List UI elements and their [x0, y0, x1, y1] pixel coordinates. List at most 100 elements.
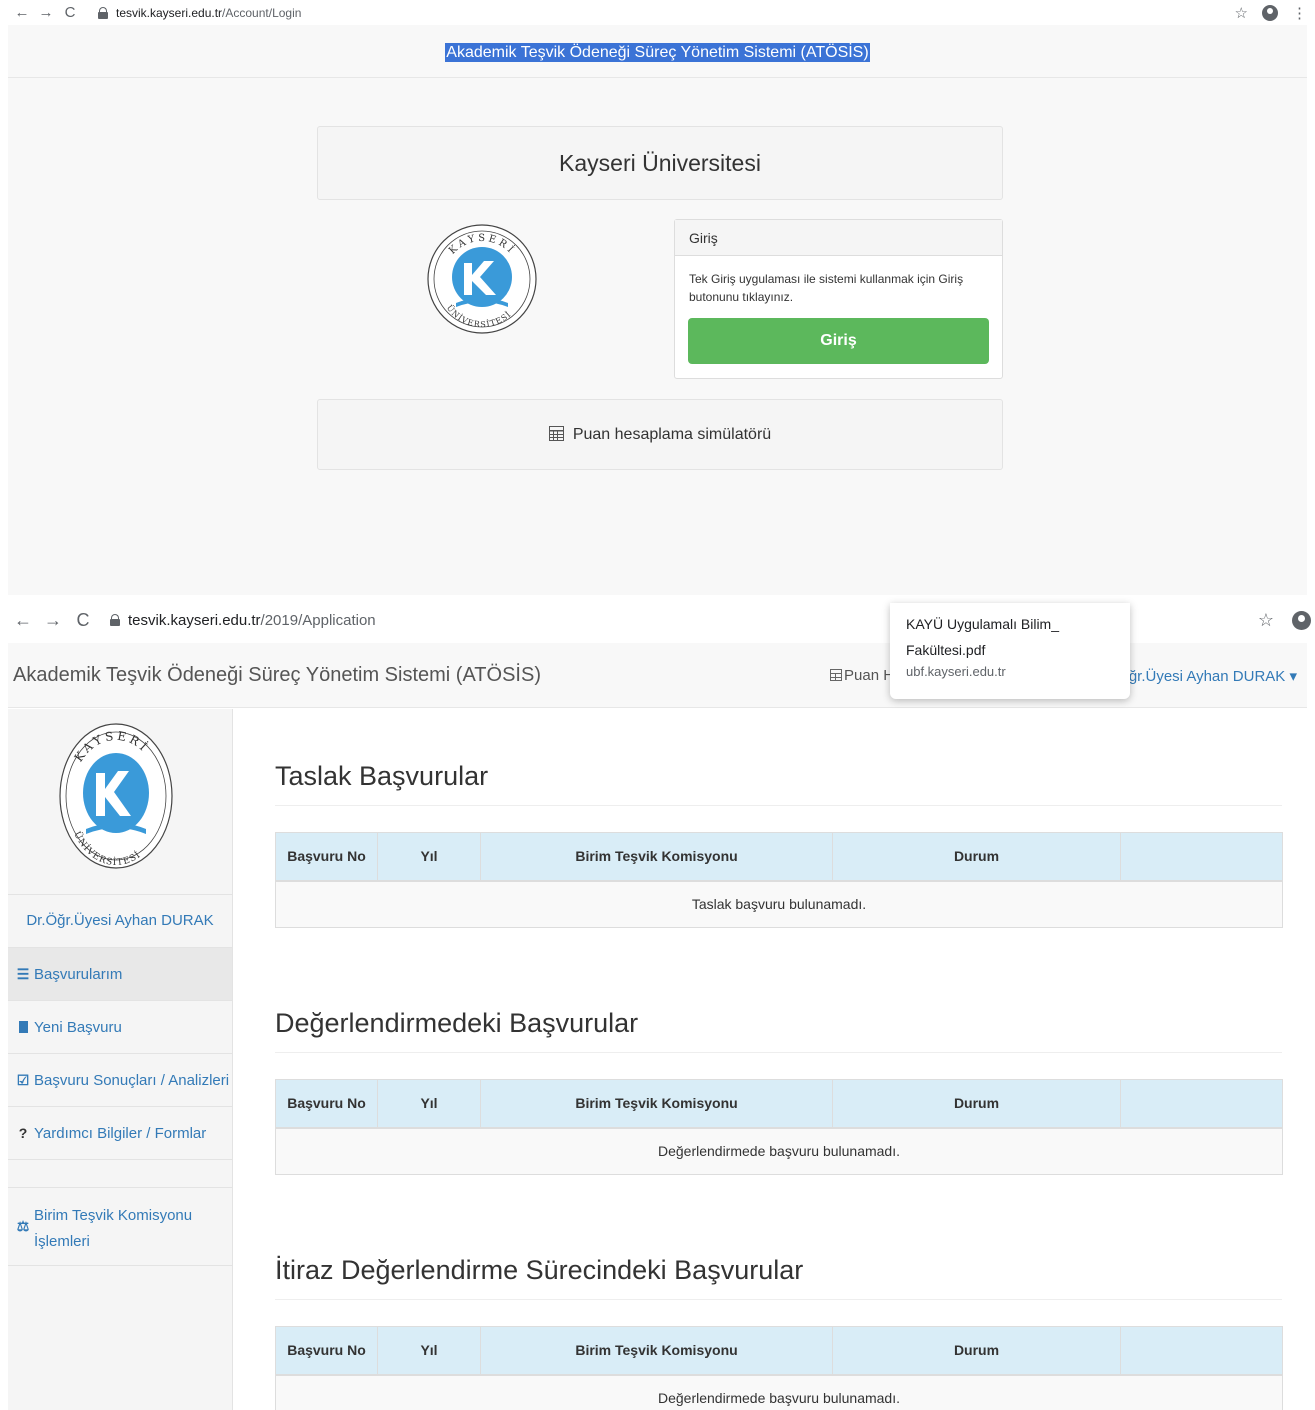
col-header-basvuru-no[interactable]: Başvuru No: [275, 1079, 378, 1129]
bookmark-star-icon[interactable]: ☆: [1258, 610, 1274, 631]
login-header: Akademik Teşvik Ödeneği Süreç Yönetim Si…: [8, 25, 1307, 78]
sidebar-item-label: Yardımcı Bilgiler / Formlar: [34, 1124, 207, 1142]
sidebar-item-komisyon[interactable]: ⚖ Birim Teşvik Komisyonu İşlemleri: [8, 1188, 232, 1266]
table-row: Değerlendirmede başvuru bulunamadı.: [275, 1374, 1283, 1410]
sidebar-item-label: Başvurularım: [34, 965, 123, 983]
url-path: /2019/Application: [260, 611, 376, 629]
col-header-durum[interactable]: Durum: [832, 832, 1121, 882]
calculator-icon: [548, 426, 564, 441]
lock-icon: [110, 614, 120, 626]
profile-icon[interactable]: [1262, 4, 1278, 21]
table-degerlendirmedeki: Başvuru No Yıl Birim Teşvik Komisyonu Du…: [275, 1079, 1283, 1175]
browser-nav: ← → C: [0, 610, 98, 631]
calculator-icon: [830, 669, 842, 681]
check-square-icon: ☑: [16, 1071, 30, 1088]
sidebar-item-label: İşlemleri: [34, 1233, 90, 1250]
sidebar-logo-area: KAYSERİ ÜNİVERSİTESİ: [8, 709, 232, 895]
scale-icon: ⚖: [16, 1218, 30, 1234]
col-header-birim[interactable]: Birim Teşvik Komisyonu: [480, 1079, 833, 1129]
download-filename-line1: KAYÜ Uygulamalı Bilim_: [906, 616, 1060, 632]
empty-message: Taslak başvuru bulunamadı.: [275, 880, 1283, 928]
section-title-itiraz: İtiraz Değerlendirme Sürecindeki Başvuru…: [275, 1255, 804, 1285]
address-bar[interactable]: tesvik.kayseri.edu.tr/2019/Application: [110, 612, 376, 629]
login-panel: Giriş Tek Giriş uygulaması ile sistemi k…: [674, 219, 1003, 379]
browser-nav: ← → C: [0, 4, 82, 21]
col-header-yil[interactable]: Yıl: [377, 832, 481, 882]
browser-actions: ☆: [1258, 610, 1315, 631]
col-header-basvuru-no[interactable]: Başvuru No: [275, 1326, 378, 1376]
url-host: tesvik.kayseri.edu.tr: [116, 5, 223, 20]
browser-toolbar-top: ← → C tesvik.kayseri.edu.tr/Account/Logi…: [0, 0, 1315, 25]
col-header-birim[interactable]: Birim Teşvik Komisyonu: [480, 832, 833, 882]
question-icon: ?: [18, 1125, 28, 1141]
lock-icon: [98, 6, 108, 19]
reload-icon[interactable]: C: [68, 610, 98, 631]
university-logo: KAYSERİ ÜNİVERSİTESİ: [59, 723, 173, 869]
profile-icon[interactable]: [1292, 610, 1311, 630]
col-header-birim[interactable]: Birim Teşvik Komisyonu: [480, 1326, 833, 1376]
table-header-row: Başvuru No Yıl Birim Teşvik Komisyonu Du…: [275, 832, 1283, 882]
browser-actions: ☆ ⋮: [1235, 4, 1315, 22]
back-arrow-icon[interactable]: ←: [10, 4, 34, 21]
main-content: Taslak Başvurular Başvuru No Yıl Birim T…: [233, 709, 1307, 1410]
col-header-actions: [1120, 832, 1283, 882]
university-logo: KAYSERİ ÜNİVERSİTESİ: [427, 224, 537, 334]
sidebar: KAYSERİ ÜNİVERSİTESİ Dr.Öğr.Üyesi Ayhan …: [8, 709, 233, 1410]
col-header-yil[interactable]: Yıl: [377, 1326, 481, 1376]
sidebar-item-label: Başvuru Sonuçları / Analizleri: [34, 1071, 230, 1089]
chevron-down-icon: ▾: [1289, 668, 1297, 685]
url-path: /Account/Login: [222, 5, 302, 20]
menu-dots-icon[interactable]: ⋮: [1292, 4, 1307, 22]
list-icon: ☰: [16, 965, 30, 982]
table-itiraz: Başvuru No Yıl Birim Teşvik Komisyonu Du…: [275, 1326, 1283, 1410]
app-title: Akademik Teşvik Ödeneği Süreç Yönetim Si…: [445, 43, 870, 62]
empty-message: Değerlendirmede başvuru bulunamadı.: [275, 1374, 1283, 1410]
col-header-basvuru-no[interactable]: Başvuru No: [275, 832, 378, 882]
section-divider: [275, 805, 1282, 806]
university-name: Kayseri Üniversitesi: [317, 126, 1003, 200]
sidebar-item-label: Yeni Başvuru: [34, 1018, 122, 1036]
file-icon: [16, 1021, 30, 1033]
download-domain: ubf.kayseri.edu.tr: [906, 664, 1006, 679]
col-header-actions: [1120, 1326, 1283, 1376]
download-popup[interactable]: KAYÜ Uygulamalı Bilim_ Fakültesi.pdf ubf…: [890, 603, 1130, 699]
login-panel-heading: Giriş: [675, 220, 1002, 256]
table-header-row: Başvuru No Yıl Birim Teşvik Komisyonu Du…: [275, 1326, 1283, 1376]
table-taslak: Başvuru No Yıl Birim Teşvik Komisyonu Du…: [275, 832, 1283, 928]
section-divider: [275, 1052, 1282, 1053]
simulator-label: Puan hesaplama simülatörü: [572, 426, 772, 443]
col-header-yil[interactable]: Yıl: [377, 1079, 481, 1129]
sidebar-item-yardimci[interactable]: ? Yardımcı Bilgiler / Formlar: [8, 1107, 232, 1160]
login-button[interactable]: Giriş: [688, 318, 989, 364]
sidebar-item-yeni-basvuru[interactable]: Yeni Başvuru: [8, 1001, 232, 1054]
url-host: tesvik.kayseri.edu.tr: [128, 611, 261, 629]
login-description: Tek Giriş uygulaması ile sistemi kullanm…: [689, 272, 964, 304]
sidebar-divider: [8, 1160, 232, 1188]
reload-icon[interactable]: C: [58, 4, 82, 21]
section-divider: [275, 1299, 1282, 1300]
app-brand[interactable]: Akademik Teşvik Ödeneği Süreç Yönetim Si…: [13, 664, 541, 687]
empty-message: Değerlendirmede başvuru bulunamadı.: [275, 1127, 1283, 1175]
sidebar-item-basvurularim[interactable]: ☰ Başvurularım: [8, 948, 232, 1001]
sidebar-item-label: Birim Teşvik Komisyonu: [34, 1207, 193, 1224]
col-header-durum[interactable]: Durum: [832, 1079, 1121, 1129]
puan-nav-label: Puan H: [844, 667, 895, 684]
forward-arrow-icon[interactable]: →: [34, 4, 58, 21]
simulator-button[interactable]: Puan hesaplama simülatörü: [317, 399, 1003, 470]
col-header-durum[interactable]: Durum: [832, 1326, 1121, 1376]
back-arrow-icon[interactable]: ←: [8, 610, 38, 631]
table-row: Değerlendirmede başvuru bulunamadı.: [275, 1127, 1283, 1175]
sidebar-item-sonuclar[interactable]: ☑ Başvuru Sonuçları / Analizleri: [8, 1054, 232, 1107]
address-bar[interactable]: tesvik.kayseri.edu.tr/Account/Login: [98, 6, 301, 20]
sidebar-user-name[interactable]: Dr.Öğr.Üyesi Ayhan DURAK: [8, 895, 232, 948]
col-header-actions: [1120, 1079, 1283, 1129]
download-filename-line2: Fakültesi.pdf: [906, 642, 986, 658]
table-row: Taslak başvuru bulunamadı.: [275, 880, 1283, 928]
table-header-row: Başvuru No Yıl Birim Teşvik Komisyonu Du…: [275, 1079, 1283, 1129]
section-title-degerlendirmedeki: Değerlendirmedeki Başvurular: [275, 1008, 639, 1038]
bookmark-star-icon[interactable]: ☆: [1235, 4, 1248, 22]
forward-arrow-icon[interactable]: →: [38, 610, 68, 631]
section-title-taslak: Taslak Başvurular: [275, 761, 489, 791]
login-page: Akademik Teşvik Ödeneği Süreç Yönetim Si…: [8, 25, 1307, 595]
puan-nav-link[interactable]: Puan H: [830, 667, 894, 684]
